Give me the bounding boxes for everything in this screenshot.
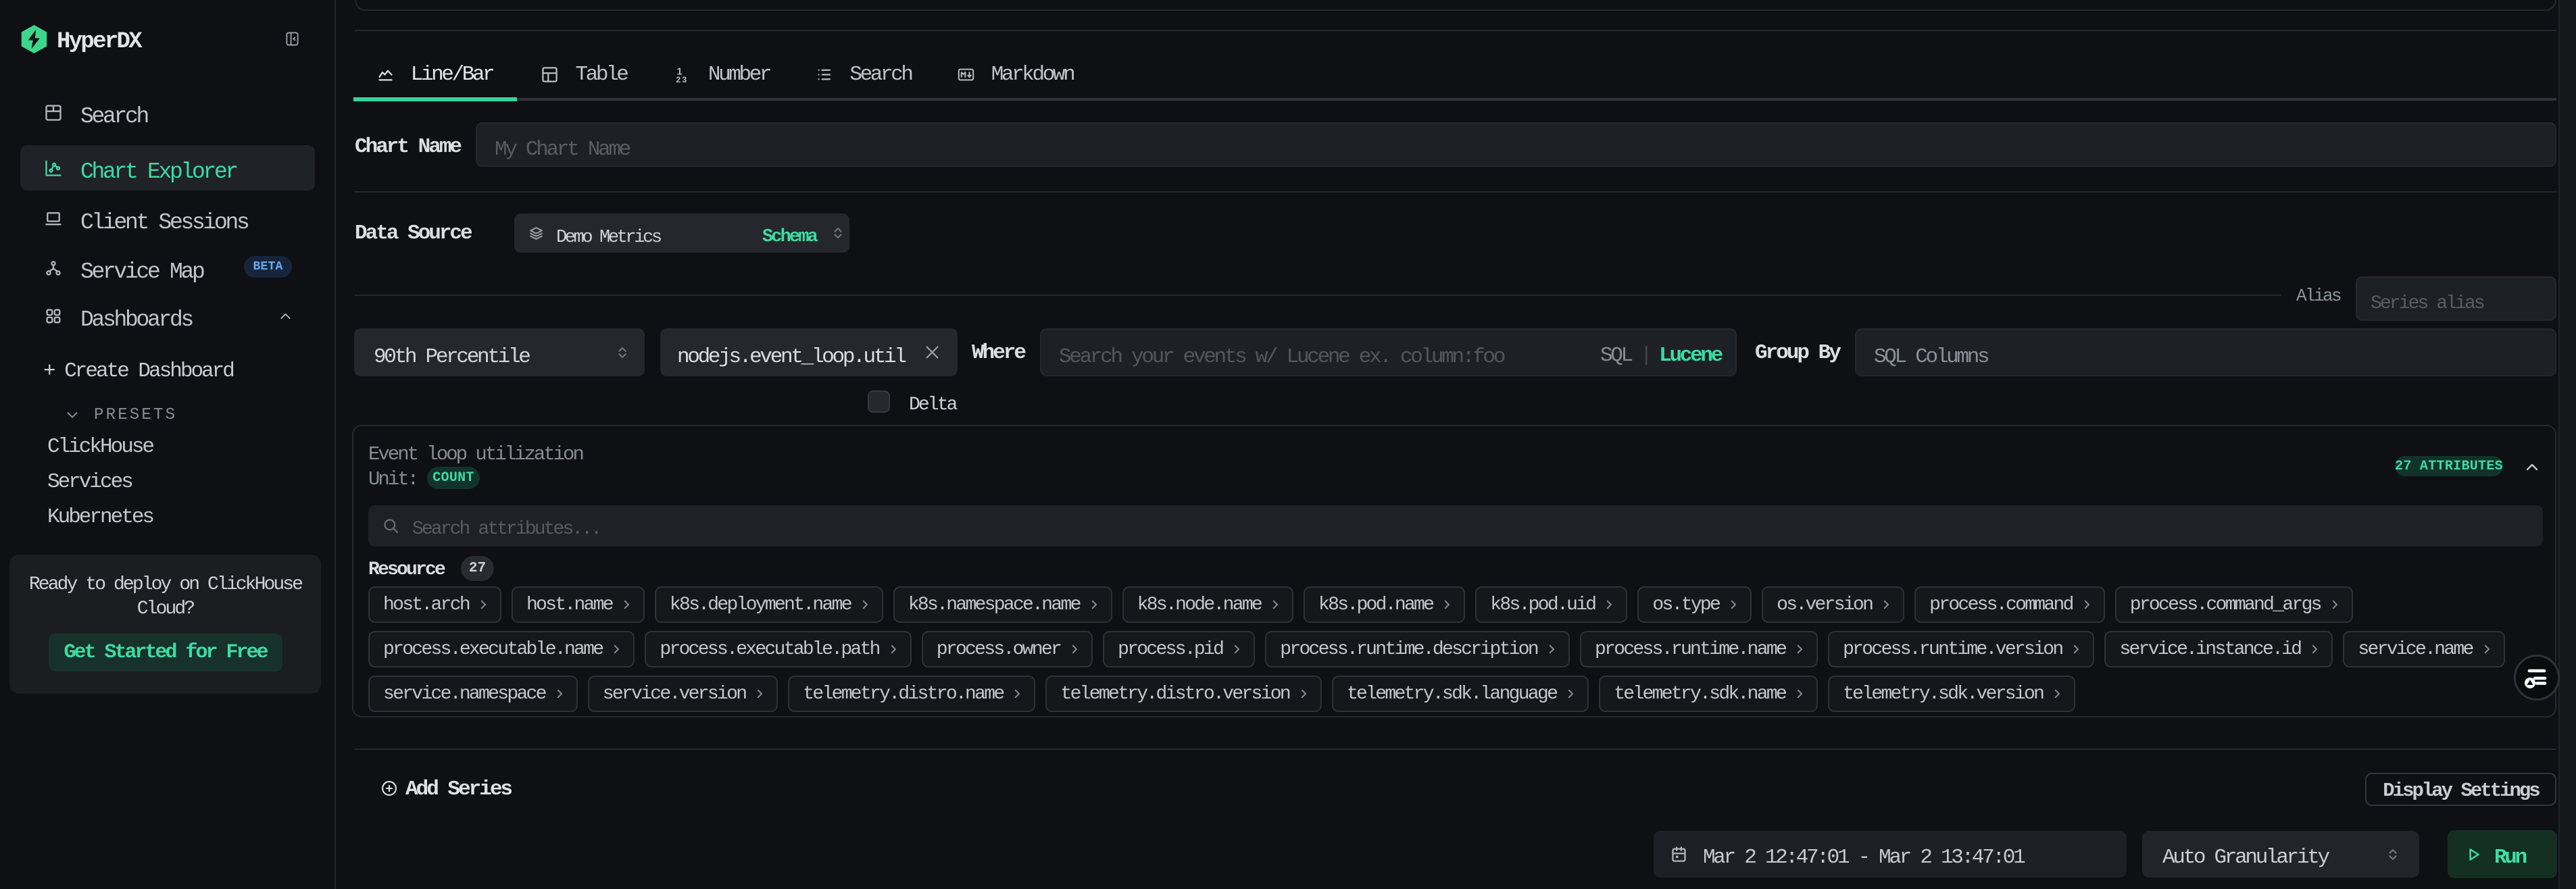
svg-text:2: 2 [676, 75, 680, 84]
svg-text:3: 3 [682, 75, 687, 84]
